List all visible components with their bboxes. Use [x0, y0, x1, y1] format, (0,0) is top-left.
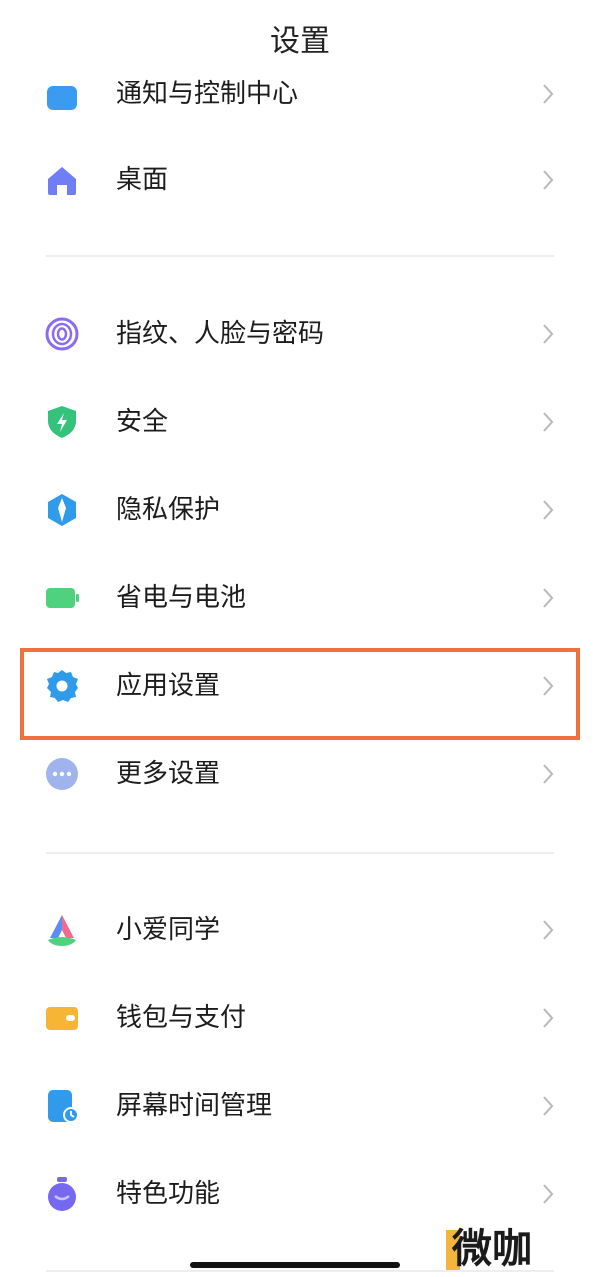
- highlight-box: [20, 648, 580, 740]
- settings-item-label: 屏幕时间管理: [116, 1091, 273, 1121]
- settings-item-wallet[interactable]: 钱包与支付: [0, 974, 600, 1062]
- settings-item-label: 小爱同学: [116, 915, 221, 945]
- chevron-right-icon: [540, 498, 556, 522]
- settings-item-security[interactable]: 安全: [0, 378, 600, 466]
- settings-item-label: 指纹、人脸与密码: [116, 319, 325, 349]
- notification-icon: [44, 80, 80, 116]
- settings-item-label: 更多设置: [116, 759, 221, 789]
- shield-icon: [44, 404, 80, 440]
- settings-item-more-settings[interactable]: 更多设置: [0, 730, 600, 818]
- chevron-right-icon: [540, 322, 556, 346]
- settings-item-screen-time[interactable]: 屏幕时间管理: [0, 1062, 600, 1150]
- chevron-right-icon: [540, 586, 556, 610]
- settings-item-label: 桌面: [116, 165, 169, 195]
- battery-icon: [44, 580, 80, 616]
- settings-item-label: 特色功能: [116, 1179, 221, 1209]
- settings-item-desktop[interactable]: 桌面: [0, 136, 600, 224]
- chevron-right-icon: [540, 918, 556, 942]
- settings-item-fingerprint[interactable]: 指纹、人脸与密码: [0, 290, 600, 378]
- fingerprint-icon: [44, 316, 80, 352]
- chevron-right-icon: [540, 1006, 556, 1030]
- watermark-text: 微咖: [452, 1226, 532, 1272]
- settings-item-notifications[interactable]: 通知与控制中心: [0, 50, 600, 138]
- section-divider: [46, 255, 554, 257]
- chevron-right-icon: [540, 1094, 556, 1118]
- chevron-right-icon: [540, 168, 556, 192]
- settings-item-label: 安全: [116, 407, 169, 437]
- settings-item-features[interactable]: 特色功能: [0, 1150, 600, 1238]
- more-icon: [44, 756, 80, 792]
- section-divider: [46, 852, 554, 854]
- settings-item-label: 钱包与支付: [116, 1003, 247, 1033]
- settings-list: 通知与控制中心 桌面 指纹、人脸与密码 安全 隐私保护 省电与电池 应用设置 更…: [0, 0, 600, 1277]
- chevron-right-icon: [540, 410, 556, 434]
- settings-item-privacy[interactable]: 隐私保护: [0, 466, 600, 554]
- chevron-right-icon: [540, 82, 556, 106]
- wallet-icon: [44, 1000, 80, 1036]
- chevron-right-icon: [540, 762, 556, 786]
- home-icon: [44, 162, 80, 198]
- settings-item-label: 隐私保护: [116, 495, 221, 525]
- settings-item-xiaoai[interactable]: 小爱同学: [0, 886, 600, 974]
- privacy-icon: [44, 492, 80, 528]
- settings-item-battery[interactable]: 省电与电池: [0, 554, 600, 642]
- screen-time-icon: [44, 1088, 80, 1124]
- xiaoai-icon: [44, 912, 80, 948]
- watermark-logo: 微咖: [446, 1226, 554, 1272]
- chevron-right-icon: [540, 1182, 556, 1206]
- settings-item-label: 通知与控制中心: [116, 79, 299, 109]
- home-indicator[interactable]: [190, 1262, 400, 1268]
- features-icon: [44, 1176, 80, 1212]
- settings-item-label: 省电与电池: [116, 583, 247, 613]
